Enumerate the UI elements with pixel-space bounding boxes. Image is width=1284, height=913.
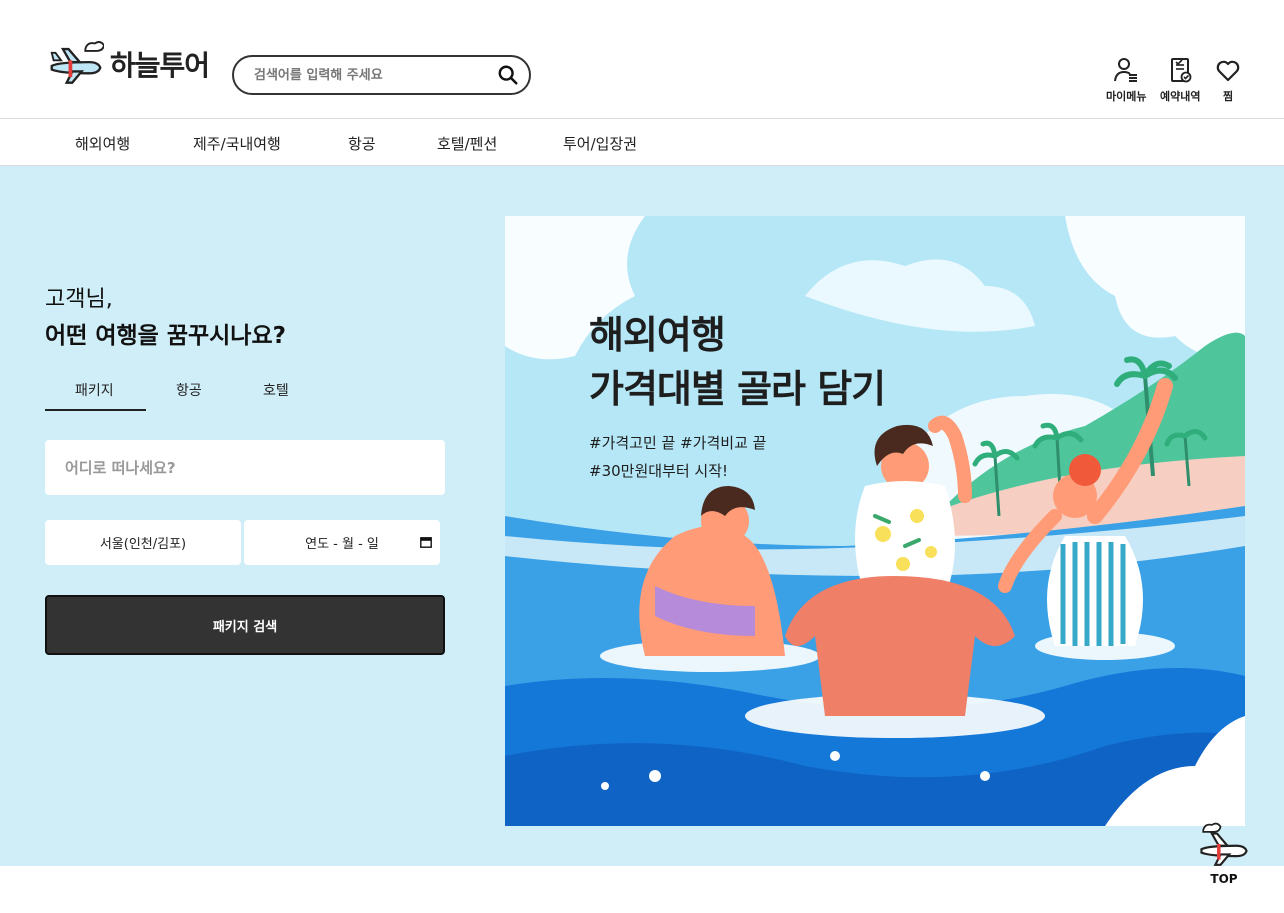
- banner-tag-line1: #가격고민 끝 #가격비교 끝: [589, 434, 767, 452]
- search-icon[interactable]: [497, 64, 519, 86]
- tab-flight[interactable]: 항공: [176, 380, 202, 400]
- greeting-line2: 어떤 여행을 꿈꾸시나요?: [45, 323, 286, 349]
- date-input[interactable]: 연도 - 월 - 일: [244, 520, 440, 565]
- wishlist-button[interactable]: 찜: [1214, 56, 1242, 104]
- top-label: TOP: [1210, 872, 1238, 886]
- hero-section: 고객님, 어떤 여행을 꿈꾸시나요? 패키지 항공 호텔 서울(인천/김포) 연…: [0, 166, 1284, 866]
- nav-item-flights[interactable]: 항공: [348, 133, 376, 154]
- clipboard-check-icon: [1171, 58, 1192, 83]
- logo-text: 하늘투어: [110, 49, 210, 82]
- nav-item-domestic[interactable]: 제주/국내여행: [193, 133, 281, 154]
- reservations-button[interactable]: 예약내역: [1160, 56, 1200, 104]
- active-tab-indicator: [45, 409, 146, 411]
- airplane-top-icon: [1200, 822, 1248, 866]
- airplane-logo-icon: [50, 41, 104, 84]
- date-placeholder: 연도 - 월 - 일: [305, 537, 379, 552]
- package-search-label: 패키지 검색: [212, 619, 278, 635]
- site-logo[interactable]: 하늘투어: [48, 34, 218, 94]
- destination-input[interactable]: [45, 440, 445, 495]
- main-nav: 해외여행 제주/국내여행 항공 호텔/펜션 투어/입장권: [0, 118, 1284, 166]
- nav-item-tours[interactable]: 투어/입장권: [563, 133, 637, 154]
- banner-tag-line2: #30만원대부터 시작!: [589, 462, 729, 480]
- nav-item-hotels[interactable]: 호텔/펜션: [437, 133, 497, 154]
- tab-hotel[interactable]: 호텔: [263, 380, 289, 400]
- scroll-top-button[interactable]: TOP: [1196, 818, 1252, 894]
- banner-title-line1: 해외여행: [589, 313, 726, 357]
- nav-item-overseas[interactable]: 해외여행: [75, 133, 130, 154]
- search-input[interactable]: [254, 67, 484, 83]
- departure-value: 서울(인천/김포): [99, 537, 187, 552]
- my-menu-button[interactable]: 마이메뉴: [1106, 56, 1146, 104]
- heart-icon: [1216, 60, 1240, 82]
- banner-title-line2: 가격대별 골라 담기: [589, 367, 886, 411]
- package-search-button[interactable]: 패키지 검색: [45, 595, 445, 655]
- wishlist-label: 찜: [1222, 90, 1234, 103]
- my-menu-label: 마이메뉴: [1106, 90, 1147, 103]
- promo-banner[interactable]: 해외여행 가격대별 골라 담기 #가격고민 끝 #가격비교 끝 #30만원대부터…: [505, 216, 1245, 826]
- search-box[interactable]: [232, 55, 531, 95]
- user-menu-icon: [1114, 58, 1138, 82]
- calendar-icon[interactable]: [420, 536, 432, 548]
- reservations-label: 예약내역: [1160, 90, 1201, 103]
- site-header: 하늘투어 마이메뉴 예약내역 찜: [0, 0, 1284, 118]
- search-tabs: 패키지 항공 호텔: [45, 376, 445, 411]
- departure-select[interactable]: 서울(인천/김포): [45, 520, 241, 565]
- greeting-line1: 고객님,: [45, 287, 113, 312]
- tab-package[interactable]: 패키지: [75, 380, 114, 400]
